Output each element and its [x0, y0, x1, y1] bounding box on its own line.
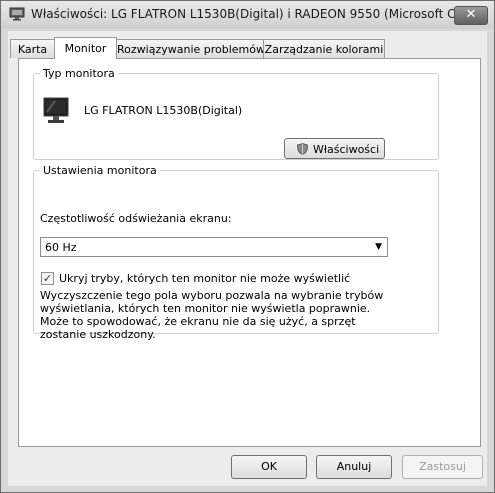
monitor-name: LG FLATRON L1530B(Digital) [84, 104, 243, 117]
monitor-properties-button[interactable]: Właściwości [284, 138, 385, 159]
refresh-rate-select[interactable]: 60 Hz ▼ [40, 237, 388, 257]
close-icon: ✕ [465, 7, 477, 22]
cancel-button[interactable]: Anuluj [316, 455, 392, 479]
shield-icon [297, 143, 308, 155]
refresh-rate-label: Częstotliwość odświeżania ekranu: [40, 212, 232, 225]
monitor-settings-group: Ustawienia monitora Częstotliwość odświe… [33, 164, 439, 341]
title-bar[interactable]: Właściwości: LG FLATRON L1530B(Digital) … [1, 1, 494, 29]
hide-modes-label[interactable]: Ukryj tryby, których ten monitor nie moż… [59, 272, 350, 285]
monitor-icon [43, 97, 69, 123]
tab-monitor[interactable]: Monitor [54, 37, 117, 59]
tab-karta[interactable]: Karta [10, 39, 55, 58]
chevron-down-icon: ▼ [375, 242, 382, 252]
close-button[interactable]: ✕ [454, 6, 488, 25]
apply-button[interactable]: Zastosuj [402, 455, 483, 479]
ok-button[interactable]: OK [231, 455, 307, 479]
hide-modes-checkbox[interactable]: ✓ [41, 272, 54, 285]
monitor-type-group: Typ monitora LG FLATRON L1530B(Digital) … [33, 67, 439, 160]
display-properties-icon [9, 7, 25, 21]
monitor-type-legend: Typ monitora [43, 67, 115, 80]
tab-color-management[interactable]: Zarządzanie kolorami [263, 39, 385, 58]
hide-modes-description: Wyczyszczenie tego pola wyboru pozwala n… [40, 289, 384, 341]
monitor-settings-legend: Ustawienia monitora [43, 164, 157, 177]
monitor-tab-panel: Typ monitora LG FLATRON L1530B(Digital) … [18, 58, 481, 447]
refresh-rate-value: 60 Hz [45, 241, 77, 254]
window-title: Właściwości: LG FLATRON L1530B(Digital) … [31, 7, 479, 21]
properties-dialog: Właściwości: LG FLATRON L1530B(Digital) … [0, 0, 495, 493]
tab-troubleshoot[interactable]: Rozwiązywanie problemów [116, 39, 265, 58]
monitor-properties-label: Właściwości [313, 143, 380, 156]
